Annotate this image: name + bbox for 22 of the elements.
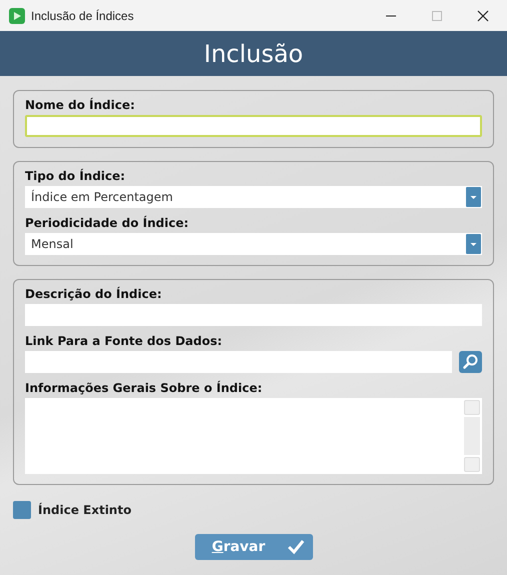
field-label: Descrição do Índice: bbox=[25, 287, 163, 301]
checkbox[interactable] bbox=[13, 501, 31, 519]
maximize-icon bbox=[431, 10, 443, 22]
check-icon bbox=[287, 539, 306, 555]
input-field[interactable] bbox=[25, 115, 482, 137]
header-title: Inclusão bbox=[204, 40, 304, 68]
window-title: Inclusão de Índices bbox=[31, 8, 134, 22]
field-label: Tipo do Índice: bbox=[25, 169, 126, 183]
text-area[interactable] bbox=[25, 398, 482, 474]
dropdown[interactable]: Mensal bbox=[25, 233, 482, 255]
input-field[interactable] bbox=[25, 351, 452, 373]
checkbox-label: Índice Extinto bbox=[38, 503, 132, 517]
close-icon[interactable] bbox=[477, 10, 489, 22]
field-label: Link Para a Fonte dos Dados: bbox=[25, 334, 224, 348]
field-label: Informações Gerais Sobre o Índice: bbox=[25, 381, 264, 395]
scrollbar[interactable] bbox=[464, 400, 480, 472]
app-icon bbox=[9, 8, 25, 24]
field-label: Nome do Índice: bbox=[25, 98, 136, 112]
field-label: Periodicidade do Índice: bbox=[25, 216, 190, 230]
input-field[interactable] bbox=[25, 304, 482, 326]
dropdown[interactable]: Índice em Percentagem bbox=[25, 186, 482, 208]
search-icon[interactable] bbox=[459, 351, 482, 373]
